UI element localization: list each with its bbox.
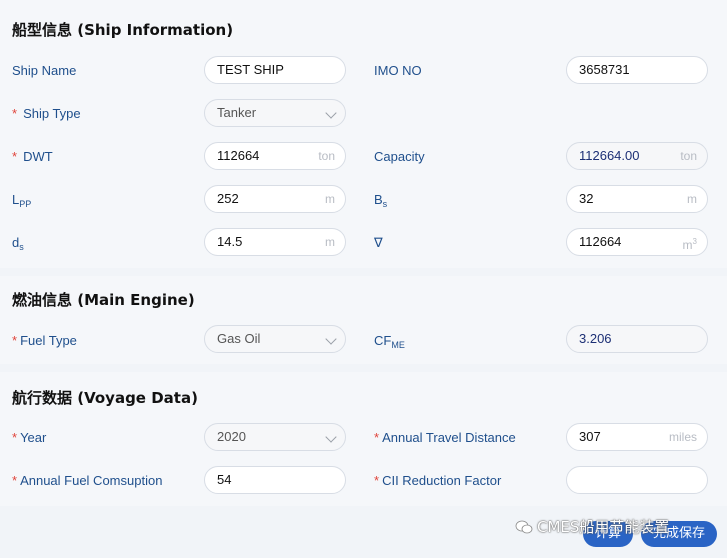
distance-input[interactable]: 307 miles [566,423,708,451]
bs-label-main: B [374,192,383,207]
cf-field: 3.206 [566,325,708,353]
capacity-unit: ton [680,149,697,163]
required-mark: * [12,149,18,164]
required-mark: * [12,106,18,121]
chevron-down-icon [325,431,337,443]
required-mark: * [374,473,380,488]
cf-label-sub: ME [391,340,405,350]
ship-type-value: Tanker [217,105,257,120]
ship-type-label: * Ship Type [12,106,81,121]
distance-unit: miles [668,430,697,444]
distance-label-text: Annual Travel Distance [382,430,516,445]
year-select[interactable]: 2020 [204,423,346,451]
fuel-consumption-value: 54 [217,472,232,487]
ship-name-label: Ship Name [12,63,77,78]
chevron-down-icon [325,107,337,119]
lpp-label: LPP [12,192,31,209]
fuel-consumption-label-text: Annual Fuel Comsuption [20,473,163,488]
ship-info-title: 船型信息 (Ship Information) [12,21,234,39]
required-mark: * [12,333,18,348]
nabla-label: ∇ [374,235,383,250]
nabla-unit-main: m [682,238,693,252]
distance-label: * Annual Travel Distance [374,430,516,445]
fuel-type-value: Gas Oil [217,331,261,346]
ds-input[interactable]: 14.5 m [204,228,346,256]
nabla-value: 112664 [579,234,622,249]
fuel-consumption-label: * Annual Fuel Comsuption [12,473,162,488]
ds-label: ds [12,235,24,252]
ds-unit: m [325,235,335,249]
ds-value: 14.5 [217,234,243,249]
watermark-text: CMES船用节能装置 [537,518,670,536]
bs-unit: m [687,192,697,206]
year-label: * Year [12,430,46,445]
imo-input[interactable]: 3658731 [566,56,708,84]
bs-label: Bs [374,192,387,209]
bs-label-sub: s [382,199,388,209]
bs-value: 32 [579,191,594,206]
imo-label: IMO NO [374,63,422,78]
fuel-type-label-text: Fuel Type [20,333,77,348]
cf-value: 3.206 [579,331,612,346]
cii-label: * CII Reduction Factor [374,473,501,488]
lpp-label-sub: PP [19,199,32,209]
ship-type-select[interactable]: Tanker [204,99,346,127]
imo-value: 3658731 [579,62,630,77]
lpp-input[interactable]: 252 m [204,185,346,213]
dwt-label-text: DWT [23,149,53,164]
chevron-down-icon [325,333,337,345]
voyage-title: 航行数据 (Voyage Data) [12,389,198,407]
fuel-type-label: * Fuel Type [12,333,77,348]
dwt-value: 112664 [217,148,260,163]
ship-type-label-text: Ship Type [23,106,81,121]
year-value: 2020 [217,429,246,444]
capacity-label: Capacity [374,149,425,164]
required-mark: * [374,430,380,445]
ship-name-input[interactable]: TEST SHIP [204,56,346,84]
dwt-unit: ton [318,149,335,163]
ds-label-sub: s [19,242,24,252]
year-label-text: Year [20,430,47,445]
cf-label: CFME [374,333,405,350]
nabla-unit-sup: 3 [692,237,697,246]
main-engine-title: 燃油信息 (Main Engine) [12,291,195,309]
wechat-icon [515,520,533,534]
bs-input[interactable]: 32 m [566,185,708,213]
nabla-input[interactable]: 112664 m3 [566,228,708,256]
cii-label-text: CII Reduction Factor [382,473,502,488]
dwt-input[interactable]: 112664 ton [204,142,346,170]
required-mark: * [12,430,18,445]
required-mark: * [12,473,18,488]
dwt-label: * DWT [12,149,53,164]
nabla-unit: m3 [683,229,697,258]
watermark: CMES船用节能装置 [515,516,669,537]
capacity-value: 112664.00 [579,148,640,163]
distance-value: 307 [579,429,601,444]
fuel-type-select[interactable]: Gas Oil [204,325,346,353]
cf-label-main: CF [374,333,392,348]
lpp-value: 252 [217,191,239,206]
capacity-field: 112664.00 ton [566,142,708,170]
fuel-consumption-input[interactable]: 54 [204,466,346,494]
lpp-unit: m [325,192,335,206]
cii-input[interactable] [566,466,708,494]
ship-name-value: TEST SHIP [217,62,284,77]
